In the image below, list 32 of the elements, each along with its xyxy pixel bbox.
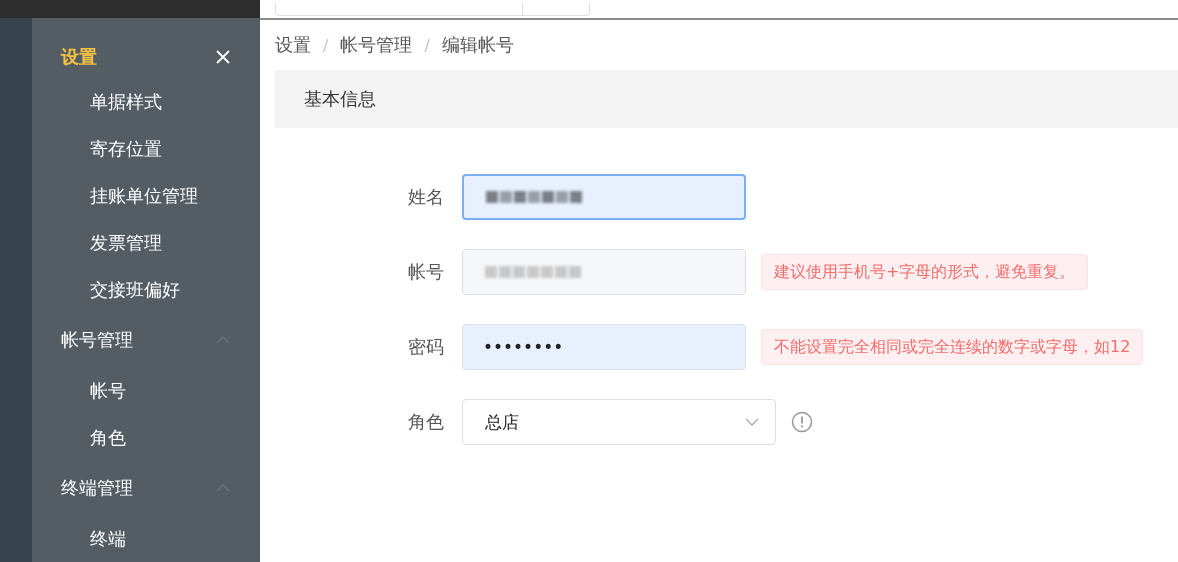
hint-message: 不能设置完全相同或完全连续的数字或字母，如12: [761, 329, 1144, 365]
breadcrumb-link[interactable]: 编辑帐号: [441, 33, 514, 57]
input-field[interactable]: [462, 174, 746, 220]
info-icon[interactable]: [791, 411, 813, 433]
password-field[interactable]: ••••••••: [462, 324, 746, 370]
sidebar-title: 设置: [61, 45, 97, 69]
top-field[interactable]: [275, 3, 590, 16]
menu-item[interactable]: 挂账单位管理: [32, 172, 260, 219]
menu-item[interactable]: 帐号: [32, 367, 260, 414]
breadcrumb-link[interactable]: 设置: [275, 33, 311, 57]
chevron-up-icon: [216, 336, 230, 344]
close-icon[interactable]: [216, 50, 230, 64]
select-field[interactable]: 总店: [462, 399, 776, 445]
breadcrumb-separator: /: [424, 35, 430, 55]
menu-item[interactable]: 单据样式: [32, 78, 260, 125]
breadcrumb-link[interactable]: 帐号管理: [340, 33, 413, 57]
field-label: 角色: [407, 410, 445, 434]
section-title: 基本信息: [304, 87, 376, 111]
hint-message: 建议使用手机号+字母的形式，避免重复。: [761, 254, 1089, 290]
chevron-up-icon: [216, 484, 230, 492]
menu-item[interactable]: 终端: [32, 515, 260, 562]
menu-item[interactable]: 角色: [32, 414, 260, 461]
field-label: 帐号: [407, 260, 445, 284]
menu-item[interactable]: 寄存位置: [32, 125, 260, 172]
menu-group[interactable]: 终端管理: [32, 461, 260, 515]
field-label: 密码: [407, 335, 445, 359]
menu-item[interactable]: 发票管理: [32, 219, 260, 266]
menu-group[interactable]: 帐号管理: [32, 313, 260, 367]
chevron-down-icon: [745, 418, 759, 426]
breadcrumb-separator: /: [323, 35, 329, 55]
menu-item[interactable]: 交接班偏好: [32, 266, 260, 313]
field-label: 姓名: [407, 185, 445, 209]
